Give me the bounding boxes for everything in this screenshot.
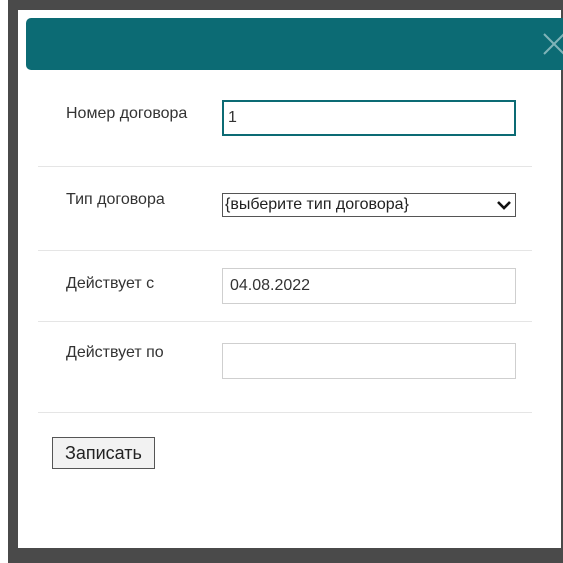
dialog-titlebar — [26, 18, 563, 70]
contract-type-selected: {выберите тип договора} — [225, 196, 409, 213]
valid-from-input[interactable] — [222, 268, 516, 304]
contract-form: Номер договора Тип договора {выберите ти… — [38, 77, 532, 413]
valid-from-label: Действует с — [66, 275, 155, 292]
contract-type-row: Тип договора {выберите тип договора} — [38, 167, 532, 251]
close-icon — [543, 33, 563, 55]
contract-number-label: Номер договора — [66, 105, 188, 122]
save-button[interactable]: Записать — [52, 437, 155, 469]
chevron-down-icon — [497, 201, 511, 210]
overlay-frame-bottom — [8, 548, 563, 563]
valid-to-input[interactable] — [222, 343, 516, 379]
contract-number-input[interactable] — [222, 100, 516, 136]
overlay-frame-left — [8, 0, 18, 563]
close-button[interactable] — [538, 28, 563, 60]
overlay-frame-top — [8, 0, 563, 10]
contract-type-select[interactable]: {выберите тип договора} — [222, 193, 516, 217]
contract-type-label: Тип договора — [66, 191, 165, 208]
valid-to-label: Действует по — [66, 344, 164, 361]
contract-number-row: Номер договора — [38, 77, 532, 167]
valid-from-row: Действует с — [38, 251, 532, 322]
valid-to-row: Действует по — [38, 322, 532, 413]
